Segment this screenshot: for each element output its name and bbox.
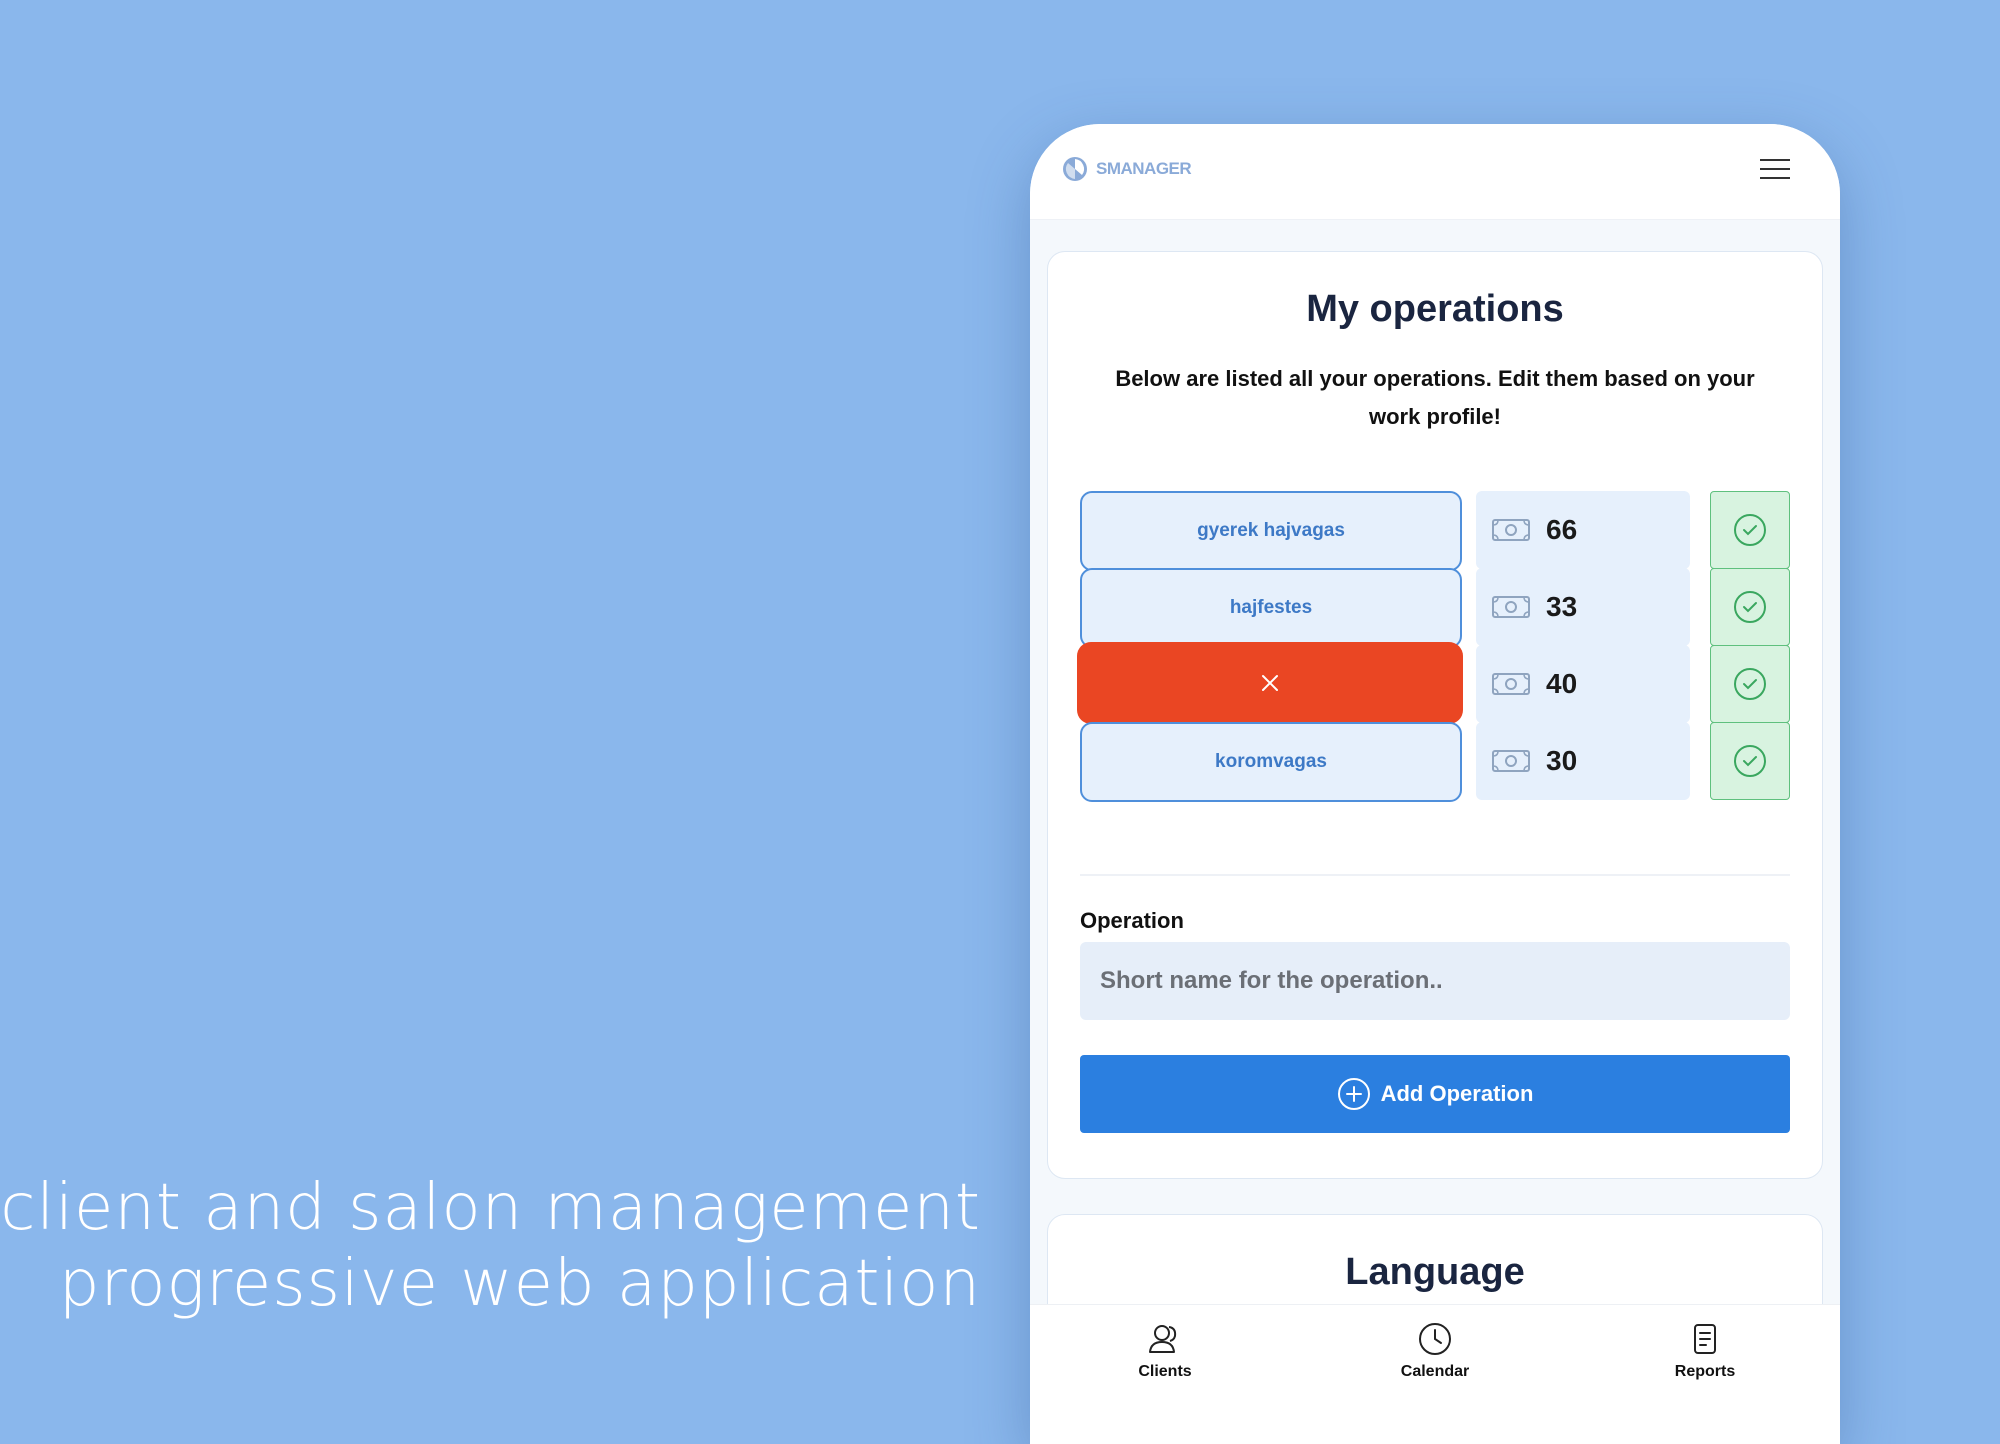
operation-row: 40	[1077, 642, 1790, 724]
operation-price-field[interactable]: 40	[1476, 645, 1690, 723]
reports-icon	[1694, 1324, 1716, 1354]
operation-row: koromvagas 30	[1080, 722, 1790, 802]
operation-name-input[interactable]	[1080, 942, 1790, 1020]
page-title: My operations	[1306, 288, 1564, 330]
money-icon	[1492, 750, 1530, 772]
operation-price-value: 66	[1546, 514, 1578, 545]
check-circle-icon	[1734, 591, 1766, 623]
check-circle-icon	[1734, 668, 1766, 700]
money-icon	[1492, 673, 1530, 695]
check-circle-icon	[1734, 514, 1766, 546]
delete-operation-button[interactable]	[1077, 642, 1463, 724]
hamburger-menu-icon[interactable]	[1760, 159, 1790, 181]
tagline-line-2: progressive web application	[58, 1247, 981, 1321]
operation-name-button[interactable]: gyerek hajvagas	[1080, 491, 1462, 571]
add-operation-button[interactable]: Add Operation	[1080, 1055, 1790, 1133]
nav-label-clients: Clients	[1138, 1363, 1192, 1380]
app-bar: SMANAGER	[1030, 124, 1840, 220]
page-subtitle: Below are listed all your operations. Ed…	[1115, 366, 1755, 429]
save-operation-button[interactable]	[1710, 645, 1790, 723]
nav-item-clients[interactable]: Clients	[1105, 1321, 1225, 1381]
operation-row: hajfestes 33	[1080, 568, 1790, 648]
nav-label-reports: Reports	[1674, 1363, 1736, 1380]
logo-icon	[1063, 157, 1087, 181]
clients-icon	[1149, 1325, 1177, 1353]
nav-item-calendar[interactable]: Calendar	[1375, 1321, 1495, 1381]
operation-price-value: 33	[1546, 591, 1578, 622]
money-icon	[1492, 519, 1530, 541]
nav-label-calendar: Calendar	[1400, 1363, 1470, 1380]
operation-price-field[interactable]: 30	[1476, 722, 1690, 800]
add-operation-label: Add Operation	[1380, 1081, 1534, 1106]
operation-name-button[interactable]: hajfestes	[1080, 568, 1462, 648]
close-icon	[1262, 675, 1278, 691]
nav-item-reports[interactable]: Reports	[1645, 1321, 1765, 1381]
divider	[1080, 874, 1790, 876]
plus-circle-icon	[1337, 1078, 1370, 1110]
operation-price-field[interactable]: 33	[1476, 568, 1690, 646]
tagline: client and salon management progressive …	[0, 1170, 981, 1322]
save-operation-button[interactable]	[1710, 568, 1790, 646]
save-operation-button[interactable]	[1710, 722, 1790, 800]
operation-price-value: 30	[1546, 745, 1578, 776]
tagline-line-1: client and salon management	[0, 1171, 981, 1245]
operation-price-field[interactable]: 66	[1476, 491, 1690, 569]
logo-text: SMANAGER	[1096, 159, 1192, 178]
check-circle-icon	[1734, 745, 1766, 777]
app-logo[interactable]: SMANAGER	[1062, 156, 1192, 182]
operations-card: My operations Below are listed all your …	[1047, 251, 1823, 1179]
language-title: Language	[1345, 1251, 1525, 1293]
phone-frame: SMANAGER My operations Below are listed …	[1030, 124, 1840, 1444]
operation-row: gyerek hajvagas 66	[1080, 491, 1790, 571]
operation-field-label: Operation	[1080, 908, 1184, 933]
operation-name-button[interactable]: koromvagas	[1080, 722, 1462, 802]
clock-icon	[1419, 1323, 1451, 1355]
operation-price-value: 40	[1546, 668, 1578, 699]
save-operation-button[interactable]	[1710, 491, 1790, 569]
money-icon	[1492, 596, 1530, 618]
bottom-navigation: Clients Calendar Reports	[1030, 1304, 1840, 1444]
